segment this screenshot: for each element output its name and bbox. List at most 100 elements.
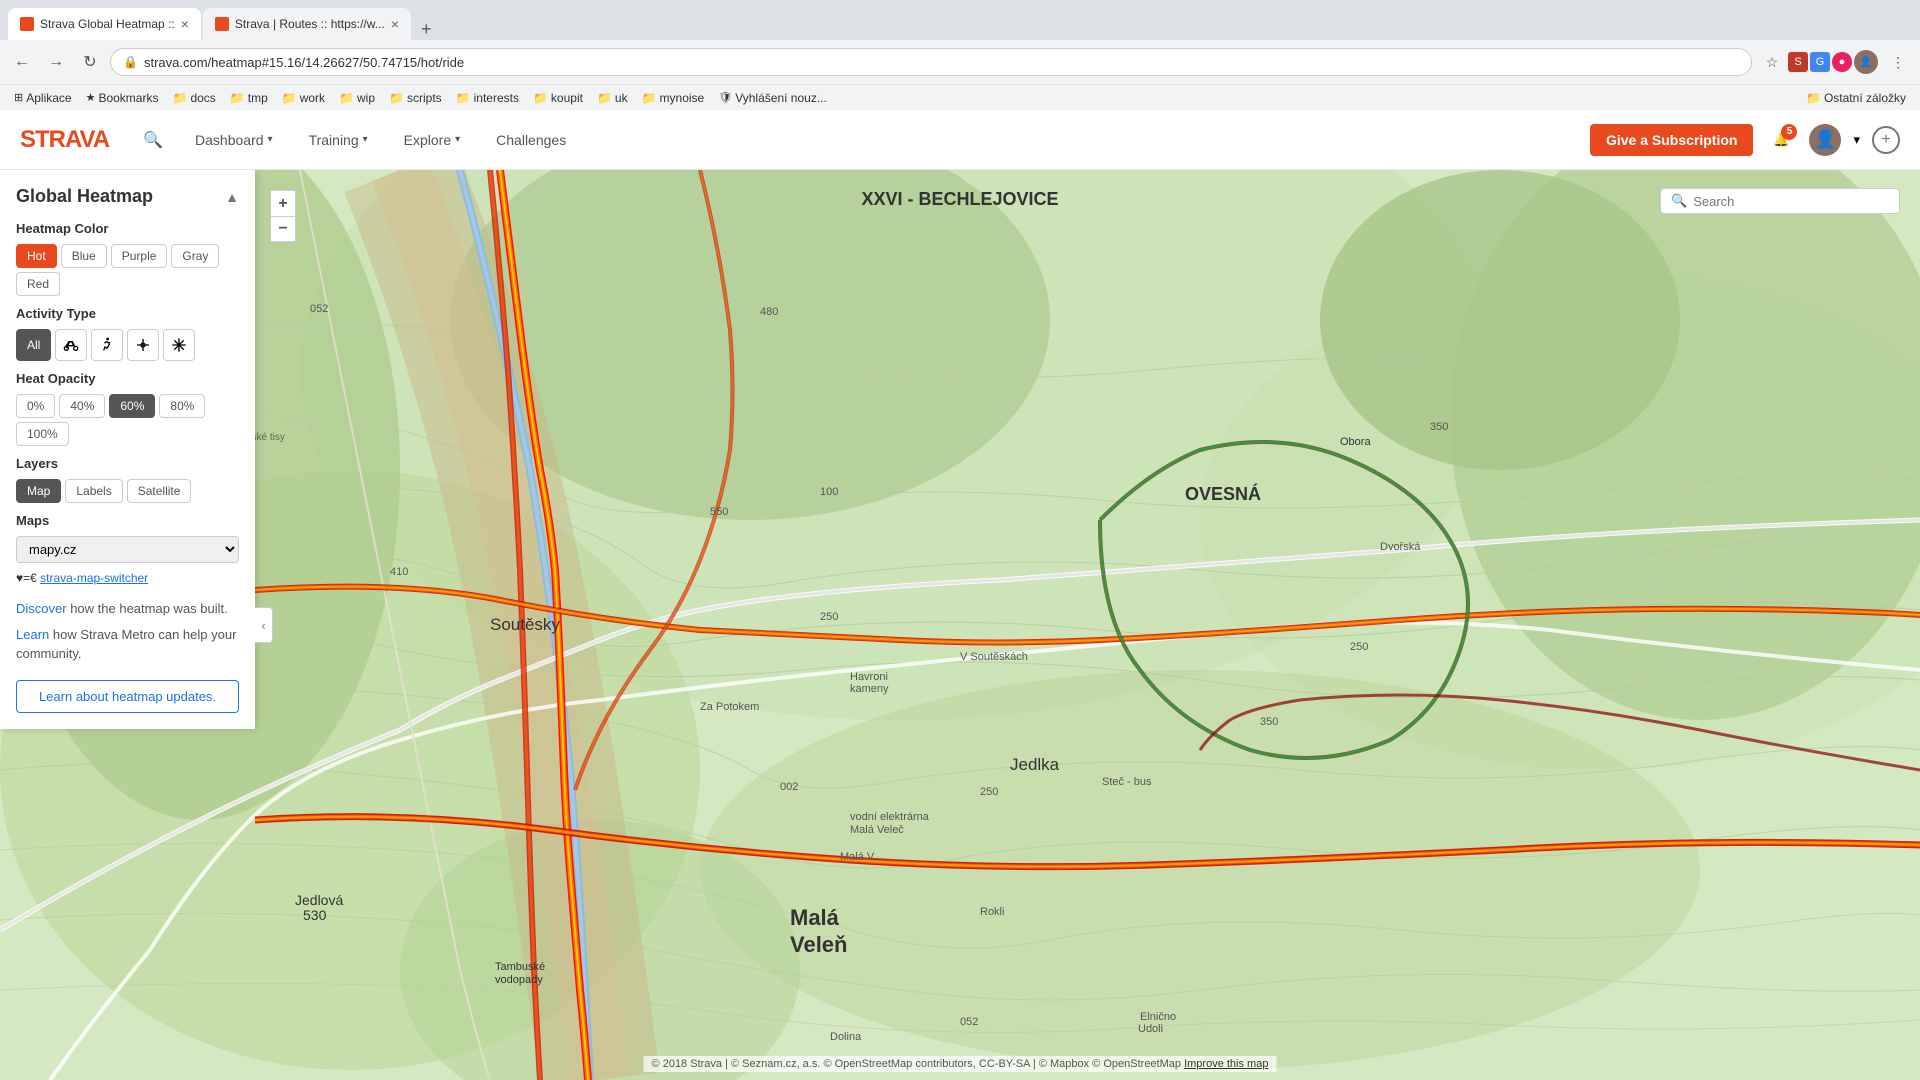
layer-satellite-button[interactable]: Satellite bbox=[127, 479, 192, 503]
new-tab-button[interactable]: + bbox=[413, 19, 440, 40]
svg-text:Malá Veleč: Malá Veleč bbox=[850, 824, 904, 836]
bookmark-aplikace[interactable]: ⊞ Aplikace bbox=[8, 89, 78, 107]
bookmark-work[interactable]: 📁 work bbox=[276, 89, 331, 107]
bookmark-tmp[interactable]: 📁 tmp bbox=[224, 89, 274, 107]
strava-navbar: STRAVA 🔍 Dashboard ▾ Training ▾ Explore … bbox=[0, 110, 1920, 170]
nav-search-icon[interactable]: 🔍 bbox=[139, 126, 167, 154]
give-subscription-button[interactable]: Give a Subscription bbox=[1590, 124, 1753, 156]
main-content: 052 410 550 480 250 100 Za Potokem Havro… bbox=[0, 170, 1920, 1080]
activity-winter-button[interactable] bbox=[163, 329, 195, 361]
tab-close-1[interactable]: × bbox=[181, 16, 189, 32]
heat-opacity-label: Heat Opacity bbox=[16, 371, 239, 386]
color-red-button[interactable]: Red bbox=[16, 272, 60, 296]
opacity-0-button[interactable]: 0% bbox=[16, 394, 55, 418]
map-copyright: © 2018 Strava | © Seznam.cz, a.s. © Open… bbox=[644, 1056, 1277, 1072]
user-avatar[interactable]: 👤 bbox=[1809, 124, 1841, 156]
bookmark-vyhlasenin[interactable]: 🛡 Vyhlášení nouz... bbox=[712, 89, 833, 107]
svg-text:Za Potokem: Za Potokem bbox=[700, 701, 759, 713]
sidebar-collapse-arrow[interactable]: ‹ bbox=[255, 607, 273, 643]
back-button[interactable]: ← bbox=[8, 48, 36, 76]
activity-multisport-button[interactable] bbox=[127, 329, 159, 361]
folder-icon-koupit: 📁 bbox=[533, 91, 548, 105]
color-hot-button[interactable]: Hot bbox=[16, 244, 57, 268]
zoom-in-button[interactable]: + bbox=[270, 190, 296, 216]
bookmark-uk-label: uk bbox=[615, 91, 628, 105]
bookmark-wip[interactable]: 📁 wip bbox=[333, 89, 381, 107]
activity-all-button[interactable]: All bbox=[16, 329, 51, 361]
bookmark-work-label: work bbox=[300, 91, 325, 105]
layer-labels-button[interactable]: Labels bbox=[65, 479, 122, 503]
browser-user-avatar[interactable]: 👤 bbox=[1854, 50, 1878, 74]
bookmark-tmp-label: tmp bbox=[248, 91, 268, 105]
bookmark-interests[interactable]: 📁 interests bbox=[450, 89, 525, 107]
tab-title-1: Strava Global Heatmap :: bbox=[40, 17, 175, 31]
activity-bike-button[interactable] bbox=[55, 329, 87, 361]
forward-button[interactable]: → bbox=[42, 48, 70, 76]
tab-active[interactable]: Strava Global Heatmap :: × bbox=[8, 8, 201, 40]
address-field[interactable]: 🔒 strava.com/heatmap#15.16/14.26627/50.7… bbox=[110, 48, 1752, 76]
map-search-input[interactable] bbox=[1693, 194, 1889, 209]
heat-opacity-group: 0% 40% 60% 80% 100% bbox=[16, 394, 239, 446]
bookmark-star[interactable]: ☆ bbox=[1758, 48, 1786, 76]
lock-icon: 🔒 bbox=[123, 55, 138, 69]
update-link-button[interactable]: Learn about heatmap updates. bbox=[16, 680, 239, 713]
activity-run-button[interactable] bbox=[91, 329, 123, 361]
bookmark-mynoise[interactable]: 📁 mynoise bbox=[636, 89, 711, 107]
extensions-area: ☆ S G ● 👤 bbox=[1758, 48, 1878, 76]
tab-2[interactable]: Strava | Routes :: https://w... × bbox=[203, 8, 411, 40]
color-purple-button[interactable]: Purple bbox=[111, 244, 168, 268]
folder-icon-wip: 📁 bbox=[339, 91, 354, 105]
notifications-button[interactable]: 🔔 5 bbox=[1765, 124, 1797, 156]
browser-menu[interactable]: ⋮ bbox=[1884, 48, 1912, 76]
switcher-prefix: ♥=€ bbox=[16, 571, 37, 585]
bookmark-wip-label: wip bbox=[357, 91, 375, 105]
layer-map-button[interactable]: Map bbox=[16, 479, 61, 503]
maps-select[interactable]: mapy.cz OpenStreetMap Mapbox bbox=[16, 536, 239, 563]
bookmark-koupit[interactable]: 📁 koupit bbox=[527, 89, 589, 107]
color-gray-button[interactable]: Gray bbox=[171, 244, 219, 268]
layers-group: Map Labels Satellite bbox=[16, 479, 239, 503]
nav-dashboard[interactable]: Dashboard ▾ bbox=[187, 128, 281, 152]
improve-map-link[interactable]: Improve this map bbox=[1184, 1058, 1268, 1070]
tab-close-2[interactable]: × bbox=[391, 16, 399, 32]
zoom-out-button[interactable]: − bbox=[270, 216, 296, 242]
switcher-link[interactable]: ♥=€ strava-map-switcher bbox=[16, 571, 239, 585]
opacity-100-button[interactable]: 100% bbox=[16, 422, 69, 446]
activity-type-label: Activity Type bbox=[16, 306, 239, 321]
layers-label: Layers bbox=[16, 456, 239, 471]
nav-explore[interactable]: Explore ▾ bbox=[396, 128, 469, 152]
bookmark-bookmarks[interactable]: ★ Bookmarks bbox=[80, 89, 165, 107]
nav-challenges[interactable]: Challenges bbox=[488, 128, 574, 152]
discover-suffix: how the heatmap was built. bbox=[70, 601, 228, 616]
color-blue-button[interactable]: Blue bbox=[61, 244, 107, 268]
bookmark-scripts[interactable]: 📁 scripts bbox=[383, 89, 448, 107]
map-search[interactable]: 🔍 bbox=[1660, 188, 1900, 214]
svg-text:350: 350 bbox=[1260, 716, 1278, 728]
star-icon: ★ bbox=[86, 91, 96, 104]
opacity-40-button[interactable]: 40% bbox=[59, 394, 105, 418]
add-activity-button[interactable]: + bbox=[1872, 126, 1900, 154]
bookmark-docs[interactable]: 📁 docs bbox=[166, 89, 221, 107]
bookmark-uk[interactable]: 📁 uk bbox=[591, 89, 634, 107]
opacity-80-button[interactable]: 80% bbox=[159, 394, 205, 418]
heatmap-color-group: Hot Blue Purple Gray Red bbox=[16, 244, 239, 296]
svg-text:350: 350 bbox=[1430, 421, 1448, 433]
svg-text:100: 100 bbox=[820, 486, 838, 498]
nav-right: Give a Subscription 🔔 5 👤 ▾ + bbox=[1590, 124, 1900, 156]
map-area[interactable]: 052 410 550 480 250 100 Za Potokem Havro… bbox=[0, 170, 1920, 1080]
folder-icon-scripts: 📁 bbox=[389, 91, 404, 105]
other-bookmarks[interactable]: 📁 Ostatní záložky bbox=[1800, 89, 1912, 107]
heatmap-color-label: Heatmap Color bbox=[16, 221, 239, 236]
sidebar-collapse-button[interactable]: ▲ bbox=[225, 189, 239, 205]
learn-link[interactable]: Learn bbox=[16, 627, 49, 642]
reload-button[interactable]: ↻ bbox=[76, 48, 104, 76]
switcher-link-text[interactable]: strava-map-switcher bbox=[40, 571, 148, 585]
nav-training[interactable]: Training ▾ bbox=[301, 128, 376, 152]
opacity-60-button[interactable]: 60% bbox=[109, 394, 155, 418]
svg-text:Havroni: Havroni bbox=[850, 671, 888, 683]
svg-text:Jedlová: Jedlová bbox=[295, 892, 343, 908]
folder-icon-mynoise: 📁 bbox=[642, 91, 657, 105]
svg-text:Malá: Malá bbox=[790, 905, 840, 930]
discover-link[interactable]: Discover bbox=[16, 601, 67, 616]
sidebar-panel: Global Heatmap ▲ Heatmap Color Hot Blue … bbox=[0, 170, 255, 729]
